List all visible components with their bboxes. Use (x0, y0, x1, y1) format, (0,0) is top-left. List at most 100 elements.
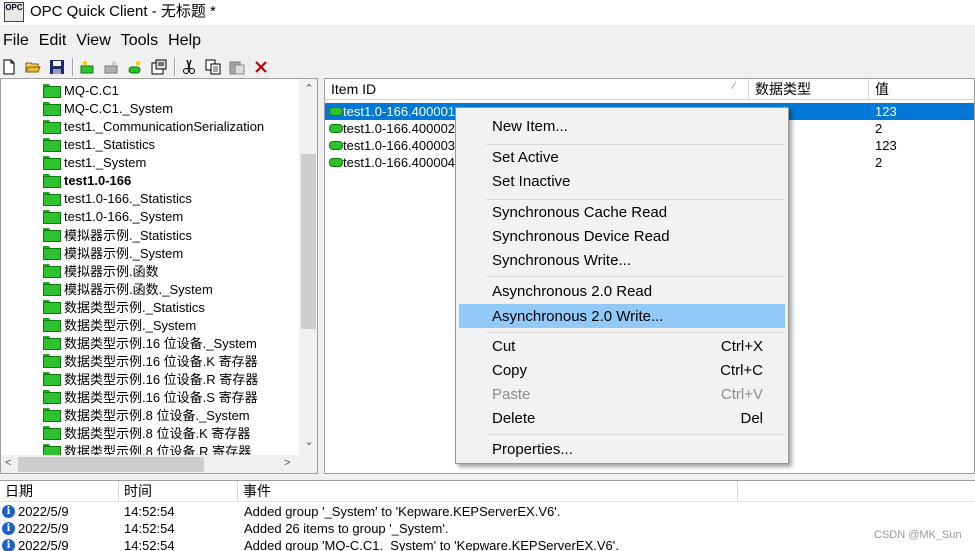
menu-help[interactable]: Help (164, 30, 207, 52)
tree-item[interactable]: 数据类型示例._Statistics (43, 297, 205, 315)
scroll-up-arrow-icon[interactable]: ⌃ (303, 82, 315, 95)
tree-vertical-scrollbar[interactable]: ⌃ ⌄ (299, 79, 317, 455)
log-row[interactable]: i 2022/5/9 14:52:54 Added group '_System… (0, 503, 975, 520)
folder-icon (43, 282, 61, 296)
menu-sync-cache-read[interactable]: Synchronous Cache Read (459, 201, 785, 225)
tree-item[interactable]: test1.0-166._System (43, 207, 183, 225)
tree-item[interactable]: 数据类型示例.16 位设备._System (43, 333, 257, 351)
menu-separator (486, 276, 784, 277)
tree-item[interactable]: 模拟器示例._Statistics (43, 225, 192, 243)
item-id: test1.0-166.400004 (343, 155, 456, 170)
menu-set-inactive[interactable]: Set Inactive (459, 170, 785, 194)
cut-icon[interactable] (180, 58, 198, 76)
column-header-value[interactable]: 值 (869, 79, 974, 100)
tree-item[interactable]: test1._System (43, 153, 146, 171)
log-date: 2022/5/9 (18, 521, 69, 536)
new-item-icon[interactable] (126, 58, 144, 76)
info-icon: i (2, 539, 15, 551)
tree-item-label: 数据类型示例.16 位设备._System (64, 335, 257, 351)
tree-item[interactable]: 数据类型示例.16 位设备.R 寄存器 (43, 369, 258, 387)
tree-item[interactable]: MQ-C.C1 (43, 81, 119, 99)
menu-sync-write[interactable]: Synchronous Write... (459, 249, 785, 273)
menu-async-write[interactable]: Asynchronous 2.0 Write... (459, 304, 785, 328)
new-file-icon[interactable] (0, 58, 18, 76)
tree-item[interactable]: 数据类型示例.8 位设备._System (43, 405, 250, 423)
save-icon[interactable] (48, 58, 66, 76)
toolbar-separator (72, 58, 74, 76)
scrollbar-thumb[interactable] (18, 457, 204, 472)
tree-item[interactable]: test1._Statistics (43, 135, 155, 153)
column-header-time[interactable]: 时间 (119, 481, 238, 502)
copy-icon[interactable] (204, 58, 222, 76)
folder-icon (43, 120, 61, 134)
tree-item-label: 数据类型示例._Statistics (64, 299, 205, 315)
paste-icon[interactable] (228, 58, 246, 76)
menu-item-label: Synchronous Write... (492, 252, 631, 269)
menu-item-label: Synchronous Device Read (492, 228, 670, 245)
tree-item[interactable]: 模拟器示例.函数 (43, 261, 159, 279)
tree-item[interactable]: test1._CommunicationSerialization (43, 117, 264, 135)
title-bar[interactable]: OPC OPC Quick Client - 无标题 * (0, 0, 975, 25)
folder-icon (43, 84, 61, 98)
tree-item[interactable]: 数据类型示例._System (43, 315, 196, 333)
folder-icon (43, 210, 61, 224)
column-header-date[interactable]: 日期 (0, 481, 119, 502)
menu-separator (486, 332, 784, 333)
group-tree-pane[interactable]: MQ-C.C1 MQ-C.C1._System test1._Communica… (0, 78, 318, 474)
event-log-header: 日期 时间 事件 (0, 481, 975, 502)
tree-item[interactable]: MQ-C.C1._System (43, 99, 173, 117)
menu-sync-device-read[interactable]: Synchronous Device Read (459, 225, 785, 249)
scroll-left-arrow-icon[interactable]: < (5, 457, 11, 469)
menu-edit[interactable]: Edit (35, 30, 73, 52)
folder-icon (43, 174, 61, 188)
scroll-right-arrow-icon[interactable]: > (284, 457, 290, 469)
log-date: 2022/5/9 (18, 538, 69, 551)
tree-item[interactable]: 数据类型示例.16 位设备.S 寄存器 (43, 387, 258, 405)
tree-item[interactable]: 模拟器示例._System (43, 243, 183, 261)
tree-item-label: 数据类型示例.8 位设备.K 寄存器 (64, 425, 251, 441)
scrollbar-corner (299, 455, 317, 473)
app-icon: OPC (4, 2, 24, 22)
menu-new-item[interactable]: New Item... (459, 115, 785, 139)
item-value: 2 (875, 155, 883, 170)
delete-icon[interactable] (252, 58, 270, 76)
scroll-down-arrow-icon[interactable]: ⌄ (303, 435, 315, 448)
new-server-icon[interactable] (78, 58, 96, 76)
tree-item[interactable]: 数据类型示例.16 位设备.K 寄存器 (43, 351, 258, 369)
menu-tools[interactable]: Tools (117, 30, 164, 52)
folder-icon (43, 318, 61, 332)
column-header-event[interactable]: 事件 (238, 481, 738, 502)
log-time: 14:52:54 (124, 521, 175, 536)
folder-icon (43, 336, 61, 350)
menu-separator (486, 144, 784, 145)
log-date: 2022/5/9 (18, 504, 69, 519)
menu-properties[interactable]: Properties... (459, 438, 785, 462)
menu-set-active[interactable]: Set Active (459, 146, 785, 170)
tree-item-label: MQ-C.C1 (64, 82, 119, 98)
scrollbar-thumb[interactable] (301, 154, 316, 329)
menu-copy[interactable]: Copy Ctrl+C (459, 359, 785, 383)
menu-async-read[interactable]: Asynchronous 2.0 Read (459, 280, 785, 304)
event-log-pane[interactable]: 日期 时间 事件 i 2022/5/9 14:52:54 Added group… (0, 480, 975, 551)
new-group-icon[interactable] (102, 58, 120, 76)
log-row[interactable]: i 2022/5/9 14:52:54 Added group 'MQ-C.C1… (0, 537, 975, 551)
menu-delete[interactable]: Delete Del (459, 407, 785, 431)
log-row[interactable]: i 2022/5/9 14:52:54 Added 26 items to gr… (0, 520, 975, 537)
folder-icon (43, 372, 61, 386)
column-header-data-type[interactable]: 数据类型 (749, 79, 869, 100)
menu-cut[interactable]: Cut Ctrl+X (459, 335, 785, 359)
tree-item-selected-group[interactable]: test1.0-166 (43, 171, 131, 189)
tree-item[interactable]: 数据类型示例.8 位设备.R 寄存器 (43, 441, 251, 455)
tree-item-label: 模拟器示例.函数 (64, 263, 159, 279)
tree-horizontal-scrollbar[interactable]: < > (1, 455, 299, 473)
menu-view[interactable]: View (72, 30, 116, 52)
menu-paste: Paste Ctrl+V (459, 383, 785, 407)
properties-icon[interactable] (150, 58, 168, 76)
tree-item[interactable]: test1.0-166._Statistics (43, 189, 192, 207)
tree-item[interactable]: 模拟器示例.函数._System (43, 279, 213, 297)
tree-item-label: 数据类型示例.16 位设备.K 寄存器 (64, 353, 258, 369)
tree-item[interactable]: 数据类型示例.8 位设备.K 寄存器 (43, 423, 250, 441)
column-header-item-id[interactable]: Item ID (325, 79, 749, 100)
menu-file[interactable]: File (0, 30, 35, 52)
open-folder-icon[interactable] (24, 58, 42, 76)
